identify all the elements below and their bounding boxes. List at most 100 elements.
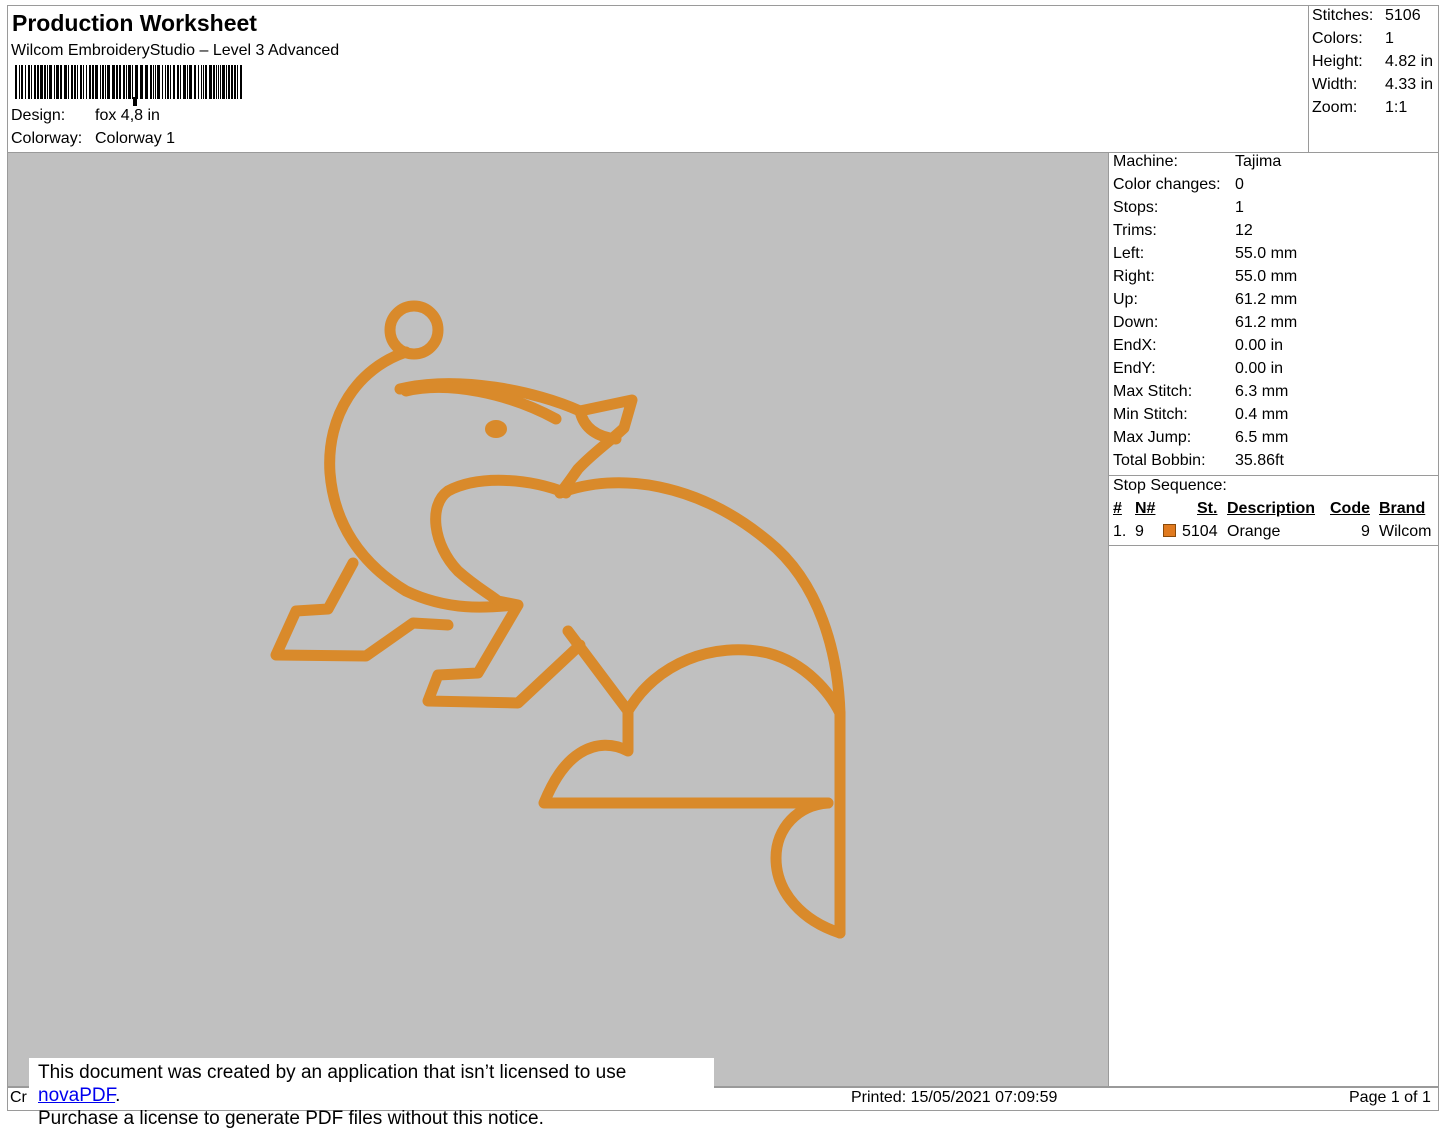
info-row: Max Stitch: 6.3 mm [1113,383,1288,401]
info-row: Down: 61.2 mm [1113,314,1297,332]
col-header-brand: Brand [1379,500,1426,517]
col-header-description: Description [1227,500,1316,517]
barcode-bar [162,65,163,99]
eye [485,420,507,438]
info-label: Down: [1113,314,1159,331]
barcode-bar [180,65,181,99]
info-row: Trims: 12 [1113,222,1253,240]
colorway-row: Colorway: Colorway 1 [11,130,175,148]
info-row: Machine: Tajima [1113,153,1281,171]
barcode-mark [133,97,137,106]
worksheet-header: Production Worksheet Wilcom EmbroiderySt… [7,5,1439,153]
col-header-index: # [1113,500,1122,517]
paw-left [270,557,454,662]
info-value: 35.86ft [1235,452,1284,469]
info-value: 0 [1235,176,1244,193]
barcode-bar [234,65,236,99]
tail [770,797,846,939]
notice-period: . [115,1085,121,1106]
summary-value: 1:1 [1385,99,1408,116]
stop-code: 9 [1361,523,1370,540]
barcode-bar [49,65,52,99]
barcode-bar [237,65,238,99]
barcode-bar [95,65,98,99]
barcode-bar [226,65,227,99]
info-row: Left: 55.0 mm [1113,245,1297,263]
barcode-bar [92,65,94,99]
barcode-bar [189,65,192,99]
summary-value: 4.82 in [1385,53,1434,70]
barcode-bar [228,65,230,99]
info-value: 0.00 in [1235,337,1284,354]
col-header-stitches: St. [1197,500,1218,517]
barcode-bar [231,65,233,99]
back-outline [554,477,846,939]
info-value: Tajima [1235,153,1282,170]
barcode-bar [153,65,154,99]
info-row: Stops: 1 [1113,199,1244,217]
snout-chin [574,405,622,445]
machine-info-panel: Machine: Tajima Color changes: 0 Stops: 1 T… [1108,152,1439,1087]
info-value: 61.2 mm [1235,291,1298,308]
notice-line-2: Purchase a license to generate PDF files… [38,1108,544,1129]
barcode-bar [135,65,138,99]
barcode-bar [107,65,110,99]
divider [1109,475,1438,476]
stop-needle: 9 [1135,523,1144,540]
barcode-bar [140,65,143,99]
barcode-bar [183,65,186,99]
hanging-loop [384,300,444,360]
barcode-bar [112,65,115,99]
barcode-bar [25,65,26,99]
info-label: Total Bobbin: [1113,452,1206,469]
info-row: Min Stitch: 0.4 mm [1113,406,1288,424]
barcode-bar [102,65,104,99]
barcode-bar [126,65,127,99]
barcode-bar [44,65,46,99]
info-label: Min Stitch: [1113,406,1188,423]
info-row: Up: 61.2 mm [1113,291,1297,309]
summary-value: 4.33 in [1385,76,1434,93]
printed-timestamp: Printed: 15/05/2021 07:09:59 [851,1089,1058,1106]
barcode-bar [86,65,87,99]
info-label: Machine: [1113,153,1178,170]
novapdf-link[interactable]: novaPDF [38,1085,115,1106]
col-header-code: Code [1330,500,1370,517]
footer-fragment: Cr [10,1089,27,1106]
barcode-bar [222,65,225,99]
info-row: Total Bobbin: 35.86ft [1113,452,1284,470]
barcode-bar [203,65,204,99]
barcode-bar [218,65,219,99]
stop-brand: Wilcom [1379,523,1432,540]
summary-row: Height: 4.82 in [1312,53,1433,71]
design-label: Design: [11,107,66,124]
barcode-bar [119,65,121,99]
barcode-bar [198,65,199,99]
color-swatch [1163,524,1176,537]
barcode-bar [194,65,196,99]
info-value: 1 [1235,199,1244,216]
info-row: EndY: 0.00 in [1113,360,1283,378]
barcode-bar [145,65,148,99]
barcode-bar [165,65,166,99]
notice-text: This document was created by an applicat… [38,1062,627,1083]
stop-stitches: 5104 [1182,523,1218,540]
info-row: Color changes: 0 [1113,176,1244,194]
summary-label: Zoom: [1312,99,1358,116]
info-label: Trims: [1113,222,1157,239]
info-label: EndY: [1113,360,1156,377]
info-value: 12 [1235,222,1253,239]
barcode-bar [213,65,215,99]
barcode-bar [15,65,17,99]
info-label: Stops: [1113,199,1159,216]
license-notice: This document was created by an applicat… [29,1058,714,1129]
barcode-bar [74,65,76,99]
info-value: 55.0 mm [1235,245,1298,262]
info-value: 0.4 mm [1235,406,1289,423]
barcode-bar [128,65,131,99]
hind-leg [562,625,846,719]
barcode-bar [89,65,91,99]
barcode-bar [220,65,221,99]
summary-label: Width: [1312,76,1358,93]
barcode-bar [60,65,62,99]
